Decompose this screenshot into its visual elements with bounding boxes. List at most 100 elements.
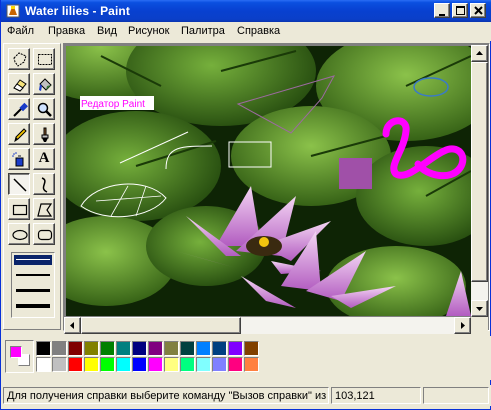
canvas-text-label: Редатор Paint (81, 99, 145, 110)
title-bar[interactable]: Water lilies - Paint (1, 0, 491, 22)
line-tool[interactable] (8, 173, 30, 195)
palette-color-swatch[interactable] (148, 357, 163, 372)
airbrush-tool[interactable] (8, 148, 30, 170)
palette-color-swatch[interactable] (132, 357, 147, 372)
line-icon (13, 178, 27, 192)
ellipse-tool[interactable] (8, 223, 30, 245)
maximize-icon (456, 6, 465, 15)
palette-color-swatch[interactable] (36, 357, 51, 372)
palette-color-swatch[interactable] (68, 357, 83, 372)
arrow-right-icon (461, 322, 465, 329)
text-tool[interactable]: A (33, 148, 55, 170)
fill-bucket-icon (39, 78, 52, 91)
close-icon (474, 6, 483, 15)
palette-color-swatch[interactable] (164, 357, 179, 372)
status-selection-size (423, 387, 489, 404)
line-width-1[interactable] (16, 259, 50, 260)
rectangle-tool[interactable] (8, 198, 30, 220)
close-button[interactable] (470, 3, 486, 18)
palette-color-swatch[interactable] (212, 357, 227, 372)
palette-color-swatch[interactable] (36, 341, 51, 356)
selected-width-highlight (14, 255, 52, 265)
paint-app-icon[interactable] (6, 4, 20, 18)
palette-color-swatch[interactable] (180, 357, 195, 372)
menu-view[interactable]: Вид (97, 25, 117, 37)
pick-color-tool[interactable] (8, 98, 30, 120)
polygon-tool[interactable] (33, 198, 55, 220)
rectangle-icon (12, 204, 28, 216)
vertical-scroll-thumb[interactable] (471, 62, 488, 282)
line-width-4[interactable] (16, 304, 50, 308)
arrow-up-icon (476, 51, 483, 55)
menu-image[interactable]: Рисунок (128, 25, 170, 37)
fill-tool[interactable] (33, 73, 55, 95)
palette-color-swatch[interactable] (180, 341, 195, 356)
status-coordinates: 103,121 (331, 387, 421, 404)
free-form-select-tool[interactable] (8, 48, 30, 70)
brush-tool[interactable] (33, 123, 55, 145)
palette-color-swatch[interactable] (116, 357, 131, 372)
window-title: Water lilies - Paint (25, 4, 130, 18)
scroll-right-button[interactable] (454, 317, 471, 334)
rounded-rectangle-tool[interactable] (33, 223, 55, 245)
current-colors[interactable] (5, 340, 34, 373)
palette-color-swatch[interactable] (68, 341, 83, 356)
palette-color-swatch[interactable] (212, 341, 227, 356)
menu-edit[interactable]: Правка (48, 25, 85, 37)
palette-color-swatch[interactable] (52, 357, 67, 372)
eraser-icon (13, 79, 27, 92)
menu-file[interactable]: Файл (7, 25, 34, 37)
palette-color-swatch[interactable] (148, 341, 163, 356)
palette-color-swatch[interactable] (84, 357, 99, 372)
magnifier-icon (37, 102, 52, 117)
menu-help[interactable]: Справка (237, 25, 280, 37)
rounded-rect-icon (37, 229, 53, 241)
palette-color-swatch[interactable] (100, 357, 115, 372)
status-help-text: Для получения справки выберите команду "… (3, 387, 329, 404)
select-tool[interactable] (33, 48, 55, 70)
line-width-2[interactable] (16, 274, 50, 276)
rect-select-icon (38, 54, 52, 65)
water-lilies-image: Редатор Paint (66, 46, 471, 316)
drawing-canvas[interactable]: Редатор Paint (66, 46, 471, 316)
palette-color-swatch[interactable] (196, 357, 211, 372)
curve-tool[interactable] (33, 173, 55, 195)
palette-color-swatch[interactable] (116, 341, 131, 356)
scroll-left-button[interactable] (64, 317, 81, 334)
palette-color-swatch[interactable] (228, 341, 243, 356)
size-grip (471, 317, 488, 334)
menu-colors[interactable]: Палитра (181, 25, 225, 37)
palette-color-swatch[interactable] (164, 341, 179, 356)
minimize-button[interactable] (434, 3, 450, 18)
palette-color-swatch[interactable] (100, 341, 115, 356)
curve-icon (41, 177, 48, 193)
menu-bar: Файл Правка Вид Рисунок Палитра Справка (1, 22, 491, 41)
line-width-selector[interactable] (11, 252, 55, 318)
foreground-color-swatch[interactable] (10, 346, 22, 358)
palette-color-swatch[interactable] (132, 341, 147, 356)
palette-color-swatch[interactable] (196, 341, 211, 356)
maximize-button[interactable] (452, 3, 468, 18)
palette-color-swatch[interactable] (228, 357, 243, 372)
line-width-3[interactable] (16, 289, 50, 292)
eyedropper-icon (13, 102, 28, 117)
vertical-scrollbar[interactable] (471, 45, 488, 317)
ellipse-icon (12, 229, 28, 241)
palette-color-swatch[interactable] (52, 341, 67, 356)
brush-icon (41, 127, 49, 142)
magnifier-tool[interactable] (33, 98, 55, 120)
arrow-left-icon (70, 322, 74, 329)
horizontal-scroll-thumb[interactable] (81, 317, 241, 334)
palette-color-swatch[interactable] (244, 341, 259, 356)
palette-color-swatch[interactable] (84, 341, 99, 356)
eraser-tool[interactable] (8, 73, 30, 95)
scroll-up-button[interactable] (471, 45, 488, 62)
palette-color-swatch[interactable] (244, 357, 259, 372)
pencil-tool[interactable] (8, 123, 30, 145)
polygon-icon (37, 203, 53, 217)
minimize-icon (439, 14, 445, 16)
horizontal-scrollbar[interactable] (64, 317, 471, 334)
text-icon: A (38, 150, 50, 166)
airbrush-icon (12, 152, 24, 167)
scroll-down-button[interactable] (471, 300, 488, 317)
